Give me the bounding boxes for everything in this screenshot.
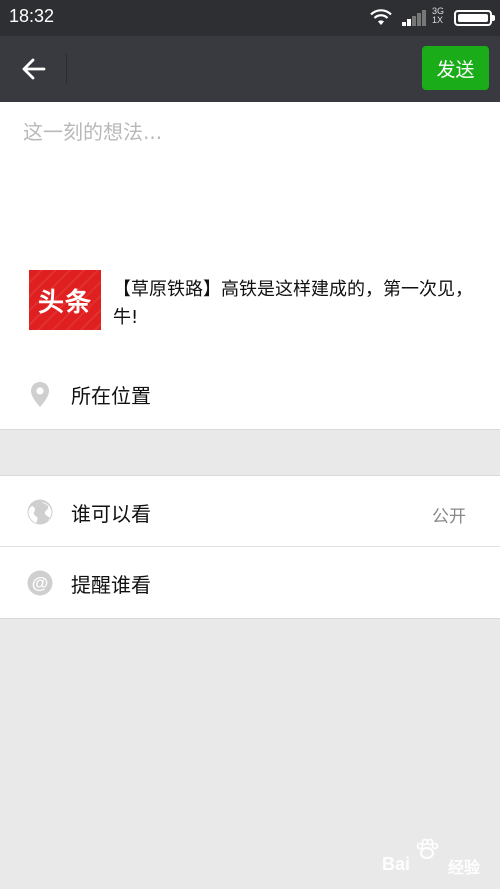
toolbar-divider bbox=[66, 54, 67, 84]
visibility-row[interactable]: 谁可以看 公开 bbox=[0, 475, 500, 547]
status-bar: 18:32 3G 1X bbox=[0, 0, 500, 36]
thumbnail-logo-text: 头条 bbox=[37, 287, 92, 318]
location-label: 所在位置 bbox=[71, 384, 151, 408]
shared-link-card[interactable]: 头条 【草原铁路】高铁是这样建成的，第一次见，牛! bbox=[0, 258, 500, 348]
back-arrow-icon[interactable] bbox=[14, 49, 54, 89]
paw-icon bbox=[416, 838, 439, 859]
status-time: 18:32 bbox=[9, 6, 55, 26]
network-1x: 1X bbox=[432, 15, 444, 25]
location-pin-icon bbox=[31, 382, 49, 407]
watermark-suffix: 经验 bbox=[448, 860, 481, 877]
svg-text:@: @ bbox=[32, 574, 49, 593]
send-button[interactable]: 发送 bbox=[422, 46, 489, 90]
link-title: 【草原铁路】高铁是这样建成的，第一次见，牛! bbox=[113, 279, 473, 328]
remind-label: 提醒谁看 bbox=[71, 573, 151, 597]
top-bar: 发送 bbox=[0, 36, 500, 102]
globe-icon bbox=[27, 499, 53, 525]
signal-icon bbox=[402, 10, 426, 26]
location-row[interactable]: 所在位置 bbox=[0, 358, 500, 430]
visibility-value: 公开 bbox=[432, 507, 466, 527]
thought-input-placeholder[interactable]: 这一刻的想法... bbox=[23, 116, 162, 145]
link-thumbnail: 头条 bbox=[29, 270, 101, 330]
baidu-jingyan-watermark: Bai 经验 bbox=[382, 838, 494, 882]
battery-icon bbox=[454, 10, 495, 26]
network-type: 3G 1X bbox=[432, 7, 444, 25]
remind-row[interactable]: @ 提醒谁看 bbox=[0, 547, 500, 619]
wifi-icon bbox=[370, 9, 392, 25]
visibility-label: 谁可以看 bbox=[71, 502, 151, 526]
at-sign-icon: @ bbox=[27, 570, 53, 596]
watermark-brand: Bai bbox=[382, 854, 411, 874]
